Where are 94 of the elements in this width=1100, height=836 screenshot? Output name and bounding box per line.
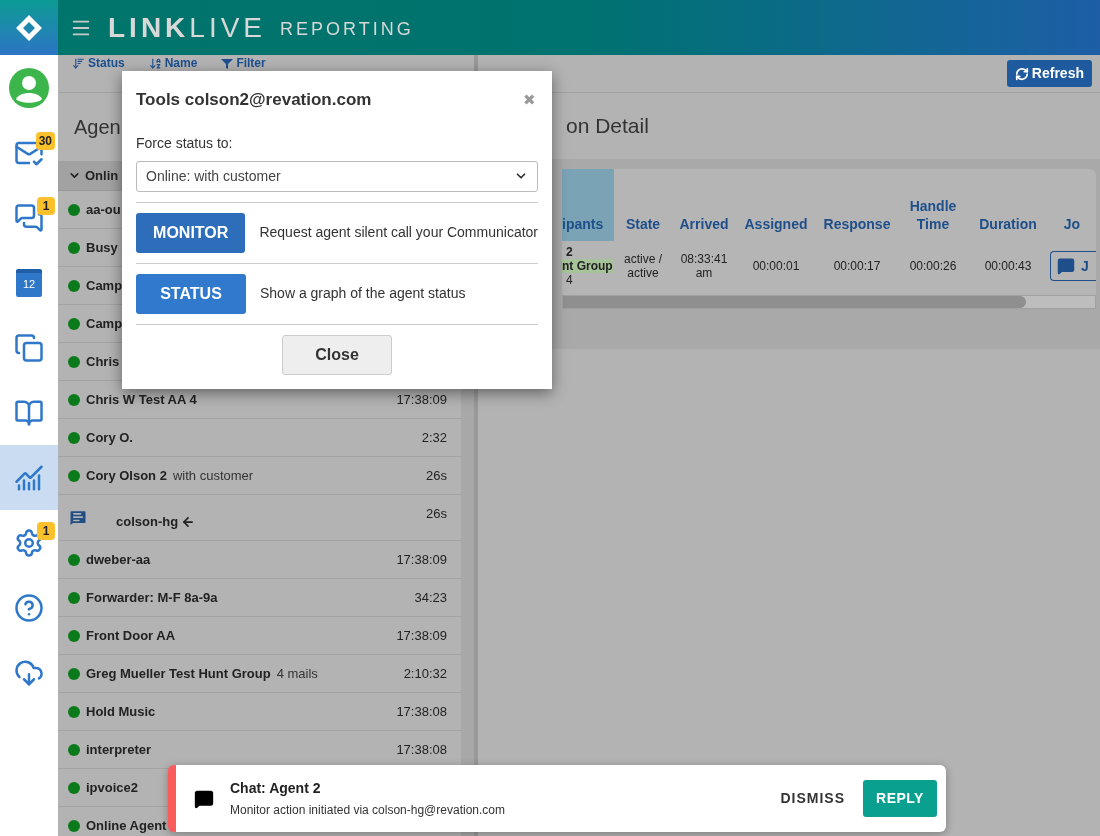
agent-row[interactable]: dweber-aa 17:38:09 [58, 541, 461, 579]
agent-row[interactable]: Forwarder: M-F 8a-9a 34:23 [58, 579, 461, 617]
help-icon[interactable] [14, 592, 44, 623]
agent-time: 26s [426, 466, 447, 485]
diamond-logo-icon [14, 12, 44, 43]
agent-name: Busy [86, 238, 118, 257]
agent-name: interpreter [86, 740, 152, 759]
nav-item[interactable] [0, 445, 58, 510]
agent-name: aa-ou [86, 200, 121, 219]
session-time: 26s [426, 504, 447, 523]
agent-name: Hold Music [86, 702, 156, 721]
table-cell-text: active / active [623, 252, 663, 280]
agent-note: with customer [172, 466, 254, 485]
cloud-download-icon[interactable] [14, 657, 44, 688]
action-button[interactable]: STATUS [136, 273, 246, 314]
count-badge: 1 [37, 522, 55, 540]
join-button[interactable]: J [1050, 251, 1096, 281]
column-header[interactable]: Arrived [672, 169, 736, 241]
agent-name: Chris [86, 352, 120, 371]
agent-name: Camp [86, 314, 123, 333]
column-header[interactable]: ipants [562, 169, 614, 241]
agent-row[interactable]: Cory Olson 2 with customer 26s [58, 457, 461, 495]
agent-time: 17:38:09 [396, 550, 447, 569]
count-badge: 30 [35, 132, 55, 150]
horizontal-scrollbar[interactable] [562, 295, 1096, 309]
agent-name: Greg Mueller Test Hunt Group [86, 664, 271, 683]
windows-icon[interactable] [14, 332, 44, 363]
table-cell-text: 00:00:01 [751, 259, 801, 273]
agent-note: 4 mails [276, 664, 318, 683]
count-badge: 1 [37, 197, 55, 215]
app-logo[interactable] [0, 0, 58, 55]
notification-title: Chat: Agent 2 [230, 779, 322, 798]
session-name[interactable]: colson-hg [116, 511, 179, 532]
calendar-day: 12 [22, 279, 36, 290]
avatar-icon[interactable] [8, 66, 50, 109]
agent-row[interactable]: Front Door AA 17:38:09 [58, 617, 461, 655]
chat-icon[interactable] [14, 202, 44, 233]
chat-bubble-icon [194, 788, 214, 809]
table-cell-text: 00:00:43 [983, 259, 1033, 273]
agent-time: 34:23 [414, 588, 447, 607]
reply-button[interactable]: REPLY [863, 780, 937, 817]
sort-alpha-icon [148, 57, 162, 70]
agent-time: 17:38:09 [396, 626, 447, 645]
chart-icon[interactable] [14, 462, 44, 493]
action-description: Request agent silent call your Communicator [259, 223, 538, 242]
product-name: REPORTING [280, 18, 414, 41]
filter-icon [221, 58, 234, 69]
agent-row[interactable]: Cory O. 2:32 [58, 419, 461, 457]
agent-time: 2:32 [421, 428, 447, 447]
column-header[interactable]: Handle Time [898, 169, 968, 241]
notification-message: Monitor action initiated via colson-hg@revation.com [230, 802, 505, 819]
chat-icon [1057, 257, 1075, 275]
brand-name: LINK LIVE [108, 10, 267, 45]
toolbar-button[interactable]: Filter [221, 57, 266, 70]
agent-time: 2:10:32 [403, 664, 447, 683]
agent-name: Cory O. [86, 428, 133, 447]
status-select[interactable]: Online: with customer [136, 160, 538, 192]
agent-name: Camp [86, 276, 123, 295]
agent-time: 17:38:08 [396, 702, 447, 721]
calendar-icon[interactable]: 12 [16, 268, 42, 297]
participants-cell: 2 nt Group 4 [562, 245, 614, 287]
agent-name: Forwarder: M-F 8a-9a [86, 588, 218, 607]
table-cell-text: 08:33:41 am [679, 252, 729, 280]
refresh-icon [1014, 66, 1029, 81]
toolbar-button[interactable]: Name [148, 57, 198, 70]
sort-icon [72, 57, 85, 70]
section-title: on Detail [566, 113, 649, 140]
column-header[interactable]: Response [816, 169, 898, 241]
table-cell-text: 00:00:17 [832, 259, 882, 273]
column-header[interactable]: Assigned [736, 169, 816, 241]
column-header[interactable]: State [614, 169, 672, 241]
toolbar-button[interactable]: Status [72, 57, 125, 70]
column-header[interactable]: Duration [968, 169, 1048, 241]
agent-name: Chris W Test AA 4 [86, 390, 197, 409]
agent-name: dweber-aa [86, 550, 151, 569]
settings-icon[interactable] [14, 527, 44, 558]
agent-name: Online Agent [86, 816, 167, 835]
agent-name: Cory Olson 2 [86, 466, 167, 485]
close-button[interactable]: Close [282, 334, 392, 375]
dismiss-button[interactable]: DISMISS [780, 788, 845, 809]
dialog-title: Tools colson2@revation.com [136, 89, 372, 111]
action-description: Show a graph of the agent status [260, 284, 466, 303]
agent-time: 17:38:08 [396, 740, 447, 759]
agent-name: ipvoice2 [86, 778, 139, 797]
panel-title: Agen [74, 115, 121, 140]
agent-row[interactable]: Hold Music 17:38:08 [58, 693, 461, 731]
table-cell-text: 00:00:26 [908, 259, 958, 273]
agent-name: Front Door AA [86, 626, 176, 645]
field-label: Force status to: [136, 133, 234, 153]
column-header[interactable]: Jo [1048, 169, 1096, 241]
refresh-button[interactable]: Refresh [1006, 60, 1092, 87]
action-button[interactable]: MONITOR [136, 212, 246, 253]
agent-row[interactable]: Greg Mueller Test Hunt Group 4 mails 2:10:32 [58, 655, 461, 693]
agent-time: 17:38:09 [396, 390, 447, 409]
